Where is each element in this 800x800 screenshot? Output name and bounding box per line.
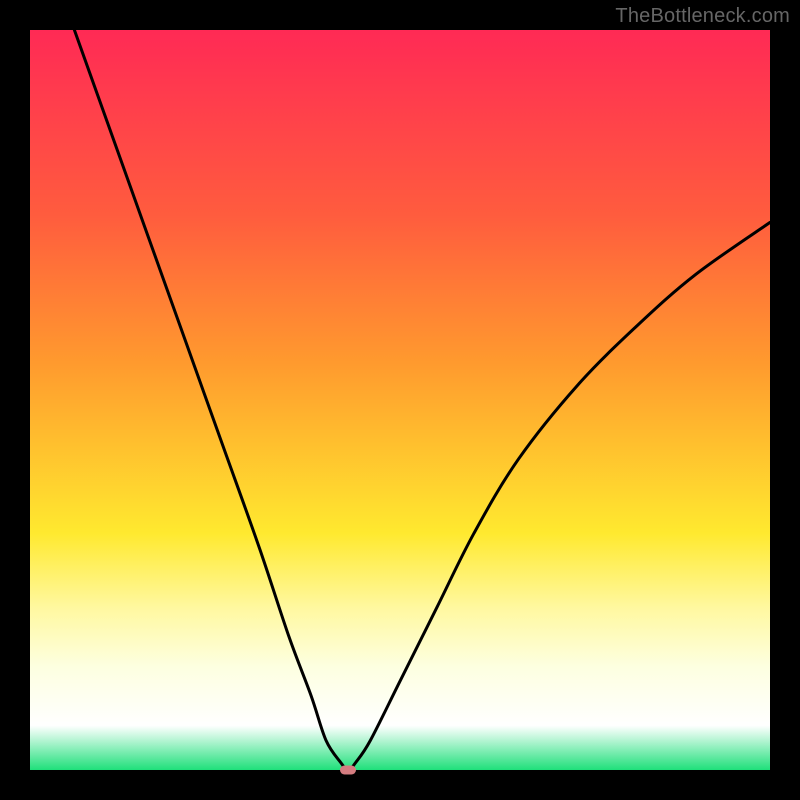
min-marker: [340, 766, 356, 775]
bottleneck-curve: [74, 30, 770, 770]
curve-svg: [30, 30, 770, 770]
attribution-text: TheBottleneck.com: [615, 5, 790, 28]
plot-area: [30, 30, 770, 770]
chart-root: TheBottleneck.com: [0, 0, 800, 800]
